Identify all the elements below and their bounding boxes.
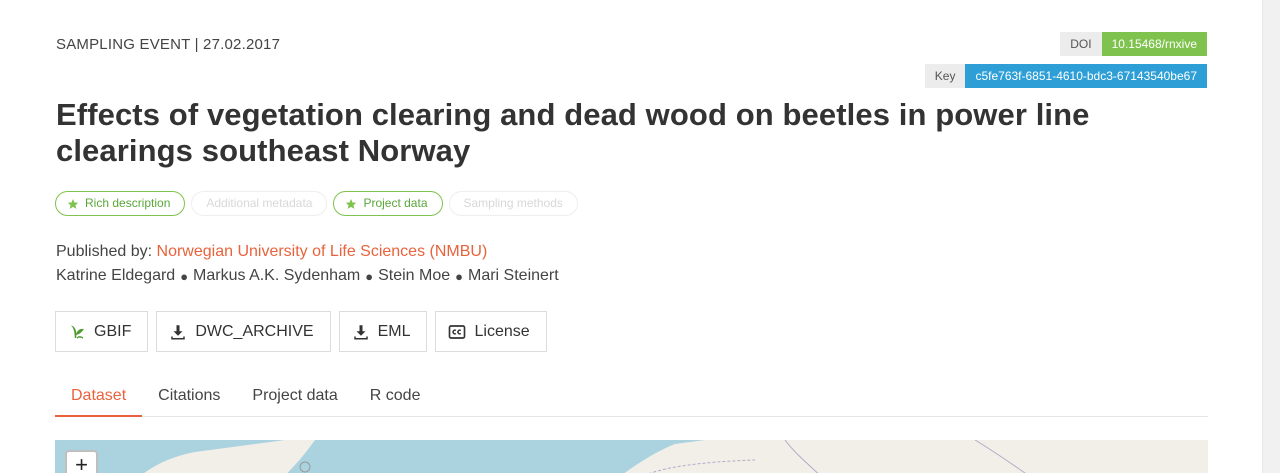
metadata-pills: Rich description Additional metadata Pro… — [55, 191, 578, 216]
published-prefix: Published by: — [56, 243, 153, 260]
author-list: Katrine Eldegard ● Markus A.K. Sydenham … — [56, 267, 559, 285]
pill-project-data[interactable]: Project data — [333, 191, 443, 216]
author-separator: ● — [180, 268, 189, 284]
page-title: Effects of vegetation clearing and dead … — [56, 97, 1090, 168]
key-badge[interactable]: Key c5fe763f-6851-4610-bdc3-67143540be67 — [924, 64, 1207, 88]
pill-additional-metadata: Additional metadata — [191, 191, 328, 216]
gbif-icon — [71, 324, 84, 339]
tab-project-data[interactable]: Project data — [236, 379, 353, 417]
pill-rich-description[interactable]: Rich description — [55, 191, 186, 216]
cc-icon — [449, 324, 466, 339]
map-zoom-in-button[interactable]: + — [65, 450, 98, 473]
key-value[interactable]: c5fe763f-6851-4610-bdc3-67143540be67 — [965, 64, 1207, 88]
dwc-archive-download-button[interactable]: DWC_ARCHIVE — [156, 311, 331, 352]
occurrence-map[interactable]: + — [55, 440, 1208, 473]
author-separator: ● — [365, 268, 374, 284]
author-separator: ● — [455, 268, 463, 284]
page-scrollbar[interactable] — [1262, 0, 1280, 473]
button-label: License — [474, 322, 530, 340]
doi-label: DOI — [1060, 32, 1102, 56]
tab-r-code[interactable]: R code — [354, 379, 437, 417]
pill-sampling-methods: Sampling methods — [448, 191, 578, 216]
publisher-link[interactable]: Norwegian University of Life Sciences (N… — [157, 243, 488, 260]
pill-label: Additional metadata — [206, 196, 313, 210]
doi-badge[interactable]: DOI 10.15468/rnxive — [1060, 32, 1207, 56]
eml-download-button[interactable]: EML — [338, 311, 428, 352]
tab-dataset[interactable]: Dataset — [55, 379, 143, 417]
key-label: Key — [924, 64, 966, 88]
event-type-date: SAMPLING EVENT | 27.02.2017 — [56, 36, 281, 53]
button-label: EML — [377, 322, 411, 340]
star-icon — [346, 198, 357, 209]
pill-label: Sampling methods — [463, 196, 563, 210]
author-name[interactable]: Markus A.K. Sydenham — [193, 267, 360, 285]
author-name[interactable]: Katrine Eldegard — [56, 267, 175, 285]
map-coastline — [144, 440, 1208, 473]
doi-value[interactable]: 10.15468/rnxive — [1101, 32, 1207, 56]
pill-label: Rich description — [85, 196, 171, 210]
published-by: Published by: Norwegian University of Li… — [56, 243, 487, 261]
author-name[interactable]: Mari Steinert — [468, 267, 559, 285]
author-name[interactable]: Stein Moe — [378, 267, 450, 285]
gbif-button[interactable]: GBIF — [55, 311, 149, 352]
pill-label: Project data — [363, 196, 428, 210]
star-icon — [67, 198, 79, 209]
content-tabs: Dataset Citations Project data R code — [55, 379, 1208, 417]
download-icon — [171, 324, 186, 339]
button-label: DWC_ARCHIVE — [195, 322, 314, 340]
tab-citations[interactable]: Citations — [142, 379, 236, 417]
button-label: GBIF — [94, 322, 132, 340]
download-icon — [353, 324, 368, 339]
license-button[interactable]: License — [435, 311, 547, 352]
action-buttons: GBIF DWC_ARCHIVE EML License — [55, 311, 547, 352]
